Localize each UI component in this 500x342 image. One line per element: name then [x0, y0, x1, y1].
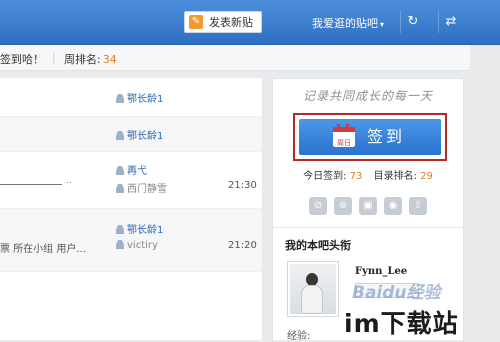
username[interactable]: Fynn_Lee	[355, 266, 407, 277]
user-icon	[116, 225, 124, 234]
sign-highlight-box: 周日 签到	[293, 113, 447, 161]
thread-author[interactable]: 鄂长龄1	[116, 221, 163, 236]
sign-stats: 今日签到: 73 目录排名: 29	[273, 167, 463, 182]
user-icon	[116, 240, 124, 249]
catalog-rank-label: 目录排名:	[373, 171, 417, 182]
last-reply-user[interactable]: 西门静雪	[116, 180, 167, 195]
catalog-rank-value: 29	[420, 171, 433, 182]
last-reply-time: 21:30	[228, 180, 257, 191]
today-sign-label: 今日签到:	[303, 171, 347, 182]
table-row[interactable]: 鄂长龄1 票 所在小组 用户... victiry 21:20	[0, 209, 262, 272]
divider: |	[52, 51, 56, 64]
thread-author[interactable]: 鄂长龄1	[116, 127, 163, 142]
table-row[interactable]: 鄂长龄1	[0, 117, 262, 152]
calendar-ring	[346, 124, 349, 130]
table-row[interactable]: 鄂长龄1	[0, 78, 262, 117]
thread-excerpt	[0, 184, 62, 185]
badge-icon[interactable]: ⊛	[334, 197, 352, 215]
sign-slogan: 记录共同成长的每一天	[302, 89, 433, 103]
baidu-watermark: Baidu经验	[352, 283, 441, 303]
thread-list: 鄂长龄1 鄂长龄1 再弋 西门静雪 21:30 .. 鄂长龄1 票 所在小组 用…	[0, 78, 263, 340]
week-rank: 周排名: 34	[64, 51, 117, 67]
sign-in-button[interactable]: 周日 签到	[299, 119, 441, 155]
today-sign-value: 73	[349, 171, 363, 182]
swap-icon[interactable]: ⇄	[438, 11, 463, 33]
week-rank-label: 周排名:	[64, 53, 101, 66]
new-post-label: 发表新贴	[209, 16, 253, 29]
calendar-label: 周日	[337, 139, 351, 147]
user-icon	[116, 94, 124, 103]
excerpt-ellipsis: ..	[66, 176, 72, 186]
calendar-icon: 周日	[333, 124, 355, 147]
edit-icon: ✎	[189, 15, 203, 29]
last-reply-time: 21:20	[228, 240, 257, 251]
new-post-button[interactable]: ✎ 发表新贴	[184, 11, 262, 33]
sign-in-label: 签到	[367, 127, 406, 146]
sign-info-strip: 签到哈！ | 周排名: 34	[0, 45, 470, 71]
favorite-forums-menu[interactable]: 我爱逛的贴吧 ▾	[312, 15, 384, 31]
thread-excerpt: 票 所在小组 用户...	[0, 244, 86, 255]
forum-title-heading: 我的本吧头衔	[285, 239, 351, 252]
chevron-down-icon: ▾	[380, 20, 385, 29]
calendar-ring	[337, 124, 340, 130]
favorite-forums-label: 我爱逛的贴吧	[312, 17, 378, 30]
table-row[interactable]: 再弋 西门静雪 21:30 ..	[0, 152, 262, 209]
badge-icon[interactable]: ◉	[384, 197, 402, 215]
user-icon	[116, 166, 124, 175]
sign-status-text: 签到哈！	[0, 53, 44, 66]
avatar[interactable]	[287, 261, 339, 317]
badge-icon[interactable]: ⊘	[309, 197, 327, 215]
refresh-icon[interactable]: ↻	[400, 11, 425, 33]
badge-icon[interactable]: ▣	[359, 197, 377, 215]
top-navigation-bar: ✎ 发表新贴 我爱逛的贴吧 ▾ ↻ ⇄	[0, 0, 500, 45]
avatar-photo	[290, 264, 336, 314]
week-rank-value: 34	[102, 53, 117, 66]
user-icon	[116, 131, 124, 140]
badge-icon[interactable]: ⇧	[409, 197, 427, 215]
site-watermark: im下载站	[344, 309, 459, 338]
divider	[273, 227, 463, 228]
user-icon	[116, 184, 124, 193]
thread-author[interactable]: 再弋	[116, 162, 147, 177]
thread-author[interactable]: 鄂长龄1	[116, 90, 163, 105]
last-reply-user[interactable]: victiry	[116, 240, 158, 251]
